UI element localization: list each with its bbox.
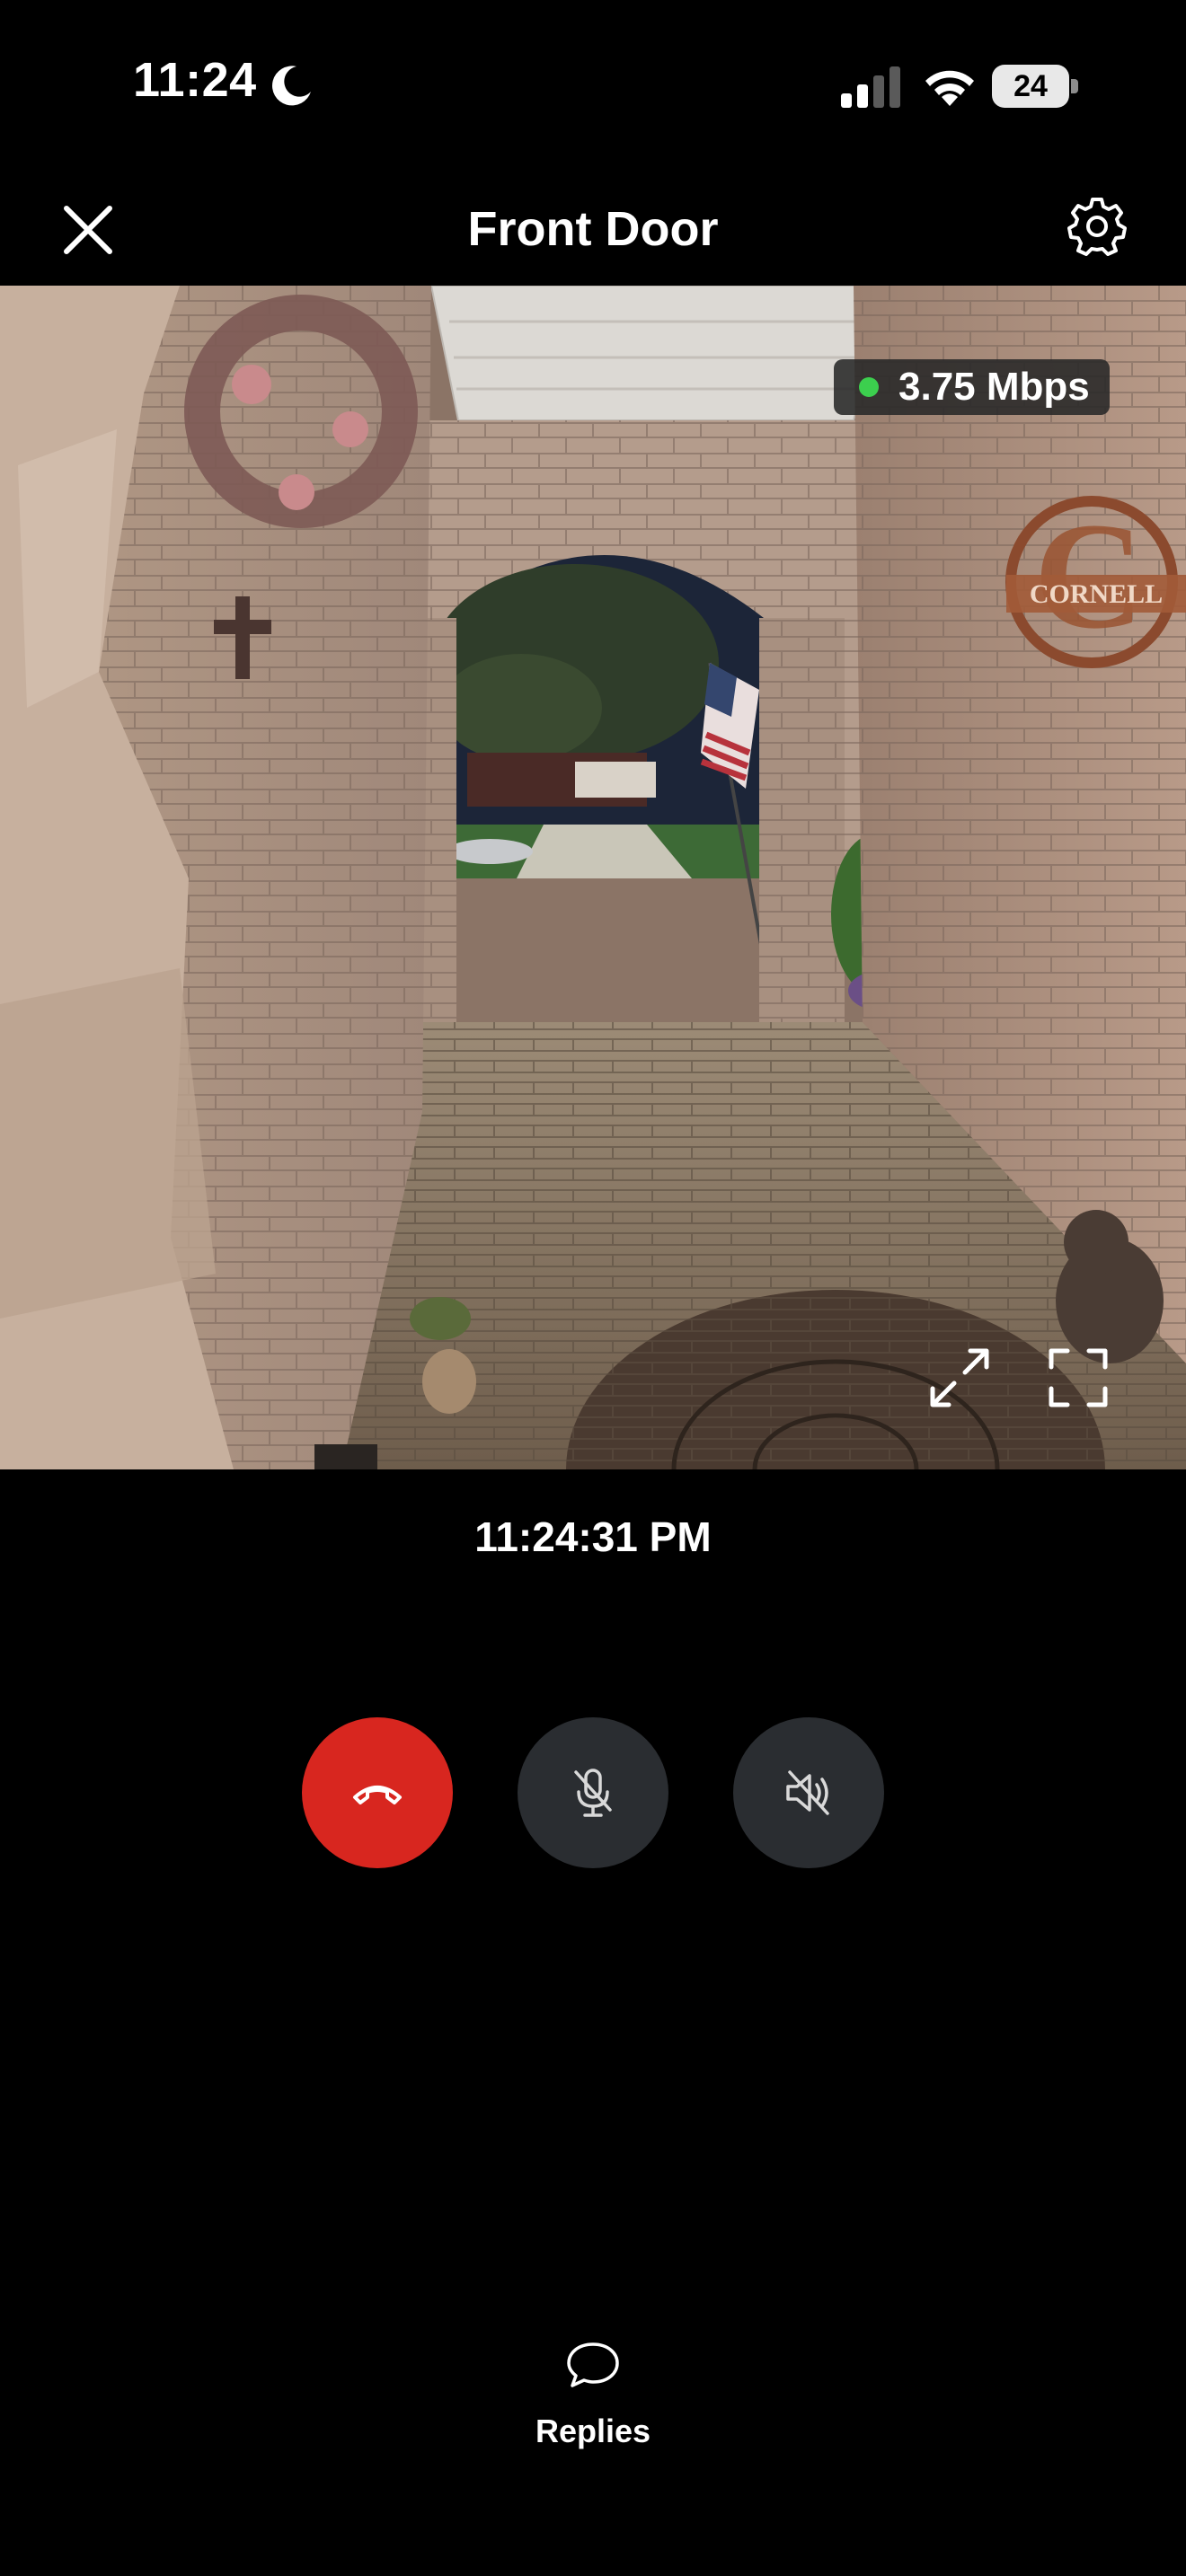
expand-icon[interactable] xyxy=(924,1342,996,1414)
speaker-toggle-button[interactable] xyxy=(733,1717,884,1868)
chat-bubble-icon xyxy=(567,2342,619,2387)
gear-icon[interactable] xyxy=(1066,194,1128,257)
replies-button[interactable]: Replies xyxy=(503,2335,683,2479)
live-video-feed[interactable]: C CORNELL 3.75 Mbps xyxy=(0,286,1186,1469)
microphone-toggle-button[interactable] xyxy=(518,1717,668,1868)
monogram-sign: CORNELL xyxy=(1030,579,1163,609)
page-title: Front Door xyxy=(467,202,719,256)
connection-status-dot xyxy=(859,377,879,397)
porch-camera-image: C CORNELL xyxy=(0,286,1186,1469)
fullscreen-icon[interactable] xyxy=(1042,1342,1114,1414)
bitrate-badge: 3.75 Mbps xyxy=(834,359,1110,415)
doorbell-live-screen: 11:24 24 Front Door CORNELL 3.75 Mbps 11… xyxy=(0,0,1186,2576)
video-timestamp: 11:24:31 PM xyxy=(474,1513,712,1560)
moon-icon xyxy=(272,66,311,106)
battery-icon: 24 xyxy=(992,65,1078,108)
end-call-icon xyxy=(353,1786,402,1804)
bitrate-value: 3.75 Mbps xyxy=(898,365,1090,409)
speaker-muted-icon xyxy=(786,1770,829,1815)
replies-label: Replies xyxy=(535,2413,651,2449)
header: Front Door xyxy=(0,171,1186,286)
end-call-button[interactable] xyxy=(302,1717,453,1868)
status-time: 11:24 xyxy=(133,53,257,107)
battery-cap xyxy=(1071,79,1078,93)
cellular-signal-icon xyxy=(841,66,900,108)
wifi-icon xyxy=(925,70,974,106)
status-bar: 11:24 24 xyxy=(0,0,1186,171)
microphone-muted-icon xyxy=(574,1769,612,1817)
battery-level: 24 xyxy=(992,65,1069,108)
